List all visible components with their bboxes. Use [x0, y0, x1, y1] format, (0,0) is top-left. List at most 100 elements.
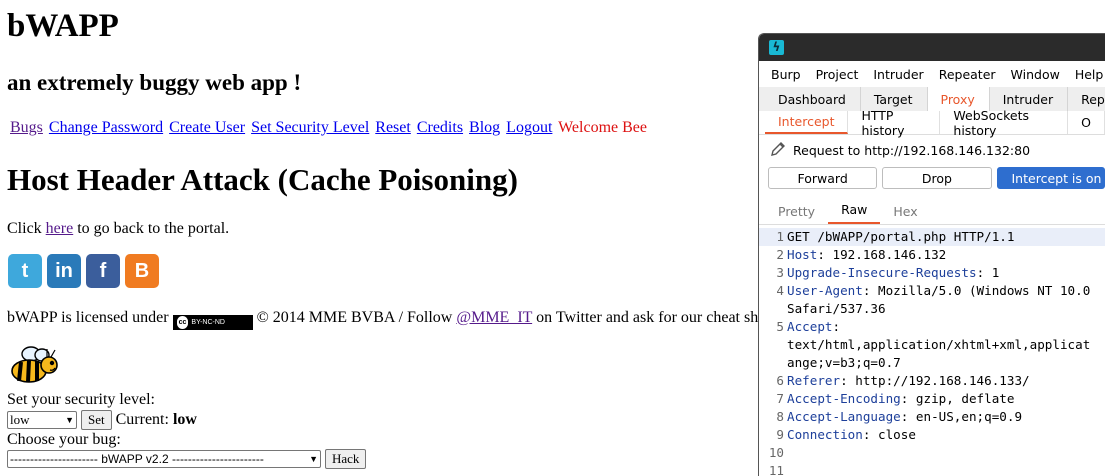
request-line[interactable]: 8 Accept-Language: en-US,en;q=0.9: [759, 408, 1105, 426]
security-level-select[interactable]: low ▼: [7, 411, 77, 429]
request-line[interactable]: 11: [759, 462, 1105, 476]
intercept-toggle-button[interactable]: Intercept is on: [996, 167, 1105, 189]
tab-http-history[interactable]: HTTP history: [848, 108, 941, 138]
header-name: Connection: [787, 427, 863, 442]
tab-repeater[interactable]: Rep: [1068, 87, 1105, 111]
header-value: text/html,application/xhtml+xml,applicat: [787, 337, 1091, 352]
drop-button[interactable]: Drop: [882, 167, 992, 189]
request-editor[interactable]: 1 GET /bWAPP/portal.php HTTP/1.1 2 Host: 19…: [759, 225, 1105, 476]
tab-websockets-history[interactable]: WebSockets history: [940, 108, 1069, 138]
tab-dashboard[interactable]: Dashboard: [765, 87, 861, 111]
app-tagline: an extremely buggy web app !: [7, 70, 302, 95]
header-value: : gzip, deflate: [900, 391, 1015, 406]
burp-logo-icon: ϟ: [769, 40, 784, 55]
menu-window[interactable]: Window: [1011, 67, 1060, 82]
menu-help[interactable]: Help: [1075, 67, 1104, 82]
license-mid: © 2014 MME BVBA / Follow: [252, 309, 457, 326]
tab-hex[interactable]: Hex: [880, 204, 930, 224]
cc-badge-text: BY-NC-ND: [191, 319, 225, 326]
request-line[interactable]: ange;v=b3;q=0.7: [759, 354, 1105, 372]
request-line[interactable]: 3 Upgrade-Insecure-Requests: 1: [759, 264, 1105, 282]
twitter-handle-link[interactable]: @MME_IT: [456, 309, 532, 326]
forward-button[interactable]: Forward: [768, 167, 878, 189]
menu-repeater[interactable]: Repeater: [939, 67, 996, 82]
request-line[interactable]: 1 GET /bWAPP/portal.php HTTP/1.1: [759, 228, 1105, 246]
line-text: Upgrade-Insecure-Requests: 1: [787, 264, 999, 282]
security-level-value: low: [10, 412, 30, 427]
menu-link-change-password[interactable]: Change Password: [49, 119, 163, 136]
line-number: [759, 336, 787, 354]
header-value: : en-US,en;q=0.9: [900, 409, 1023, 424]
chevron-down-icon: ▼: [309, 454, 318, 464]
request-line[interactable]: Safari/537.36: [759, 300, 1105, 318]
line-number: 5: [776, 319, 784, 334]
line-number: 3: [776, 265, 784, 280]
request-target-line: Request to http://192.168.146.132:80: [759, 135, 1105, 165]
header-name: Upgrade-Insecure-Requests: [787, 265, 977, 280]
menu-link-bugs[interactable]: Bugs: [10, 119, 43, 136]
linkedin-icon[interactable]: in: [47, 254, 81, 288]
creative-commons-badge-icon[interactable]: cc BY-NC-ND: [172, 315, 253, 330]
line-text: Accept:: [787, 318, 840, 336]
line-text: ange;v=b3;q=0.7: [787, 354, 901, 372]
menu-link-logout[interactable]: Logout: [506, 119, 552, 136]
line-text: Host: 192.168.146.132: [787, 246, 946, 264]
header-value: : http://192.168.146.133/: [840, 373, 1030, 388]
line-number: [759, 354, 787, 372]
line-number: 2: [776, 247, 784, 262]
request-line[interactable]: 5 Accept:: [759, 318, 1105, 336]
license-line: bWAPP is licensed under cc BY-NC-ND © 201…: [7, 308, 758, 330]
line-text: text/html,application/xhtml+xml,applicat: [787, 336, 1090, 354]
tab-pretty[interactable]: Pretty: [765, 204, 828, 224]
request-line[interactable]: 2 Host: 192.168.146.132: [759, 246, 1105, 264]
menu-link-create-user[interactable]: Create User: [169, 119, 245, 136]
line-text: Connection: close: [787, 426, 916, 444]
welcome-text: Welcome Bee: [558, 119, 647, 136]
menu-link-blog[interactable]: Blog: [469, 119, 500, 136]
current-level-value: low: [172, 411, 197, 428]
header-value: : 192.168.146.132: [817, 247, 947, 262]
request-line[interactable]: 7 Accept-Encoding: gzip, deflate: [759, 390, 1105, 408]
set-button[interactable]: Set: [81, 410, 112, 430]
request-line[interactable]: 9 Connection: close: [759, 426, 1105, 444]
line-text: User-Agent: Mozilla/5.0 (Windows NT 10.0: [787, 282, 1090, 300]
header-name: Accept-Encoding: [787, 391, 901, 406]
burp-menubar: Burp Project Intruder Repeater Window He…: [759, 61, 1105, 87]
tab-raw[interactable]: Raw: [828, 202, 881, 224]
facebook-icon[interactable]: f: [86, 254, 120, 288]
menu-burp[interactable]: Burp: [771, 67, 801, 82]
pencil-icon[interactable]: [769, 140, 787, 161]
line-number: 10: [768, 445, 784, 460]
menu-project[interactable]: Project: [816, 67, 859, 82]
app-logo: bWAPP: [7, 8, 119, 44]
bug-select-value: ---------------------- bWAPP v2.2 ------…: [10, 452, 264, 466]
menu-link-set-security-level[interactable]: Set Security Level: [251, 119, 369, 136]
blogger-icon[interactable]: B: [125, 254, 159, 288]
menu-link-credits[interactable]: Credits: [417, 119, 463, 136]
line-number: 6: [776, 373, 784, 388]
page-title: Host Header Attack (Cache Poisoning): [7, 162, 518, 197]
menu-link-reset[interactable]: Reset: [375, 119, 411, 136]
license-prefix: bWAPP is licensed under: [7, 309, 173, 326]
request-line[interactable]: 10: [759, 444, 1105, 462]
hack-button[interactable]: Hack: [325, 449, 367, 469]
tab-intercept[interactable]: Intercept: [765, 111, 849, 134]
line-number: 9: [776, 427, 784, 442]
header-name: Accept-Language: [787, 409, 901, 424]
chevron-down-icon: ▼: [65, 415, 74, 425]
twitter-icon[interactable]: t: [8, 254, 42, 288]
choose-bug-label: Choose your bug:: [7, 431, 121, 448]
line-number: 11: [768, 463, 784, 476]
bug-select[interactable]: ---------------------- bWAPP v2.2 ------…: [7, 450, 321, 468]
burp-titlebar[interactable]: ϟ: [759, 34, 1105, 61]
here-link[interactable]: here: [46, 220, 74, 237]
request-line[interactable]: text/html,application/xhtml+xml,applicat: [759, 336, 1105, 354]
line-text: GET /bWAPP/portal.php HTTP/1.1: [787, 228, 1014, 246]
tab-options[interactable]: O: [1068, 111, 1105, 134]
security-level-row: low ▼ Set Current: low: [7, 410, 197, 430]
request-line[interactable]: 4 User-Agent: Mozilla/5.0 (Windows NT 10.…: [759, 282, 1105, 300]
line-number: 8: [776, 409, 784, 424]
current-level-label: Current:: [115, 411, 169, 428]
menu-intruder[interactable]: Intruder: [873, 67, 923, 82]
request-line[interactable]: 6 Referer: http://192.168.146.133/: [759, 372, 1105, 390]
